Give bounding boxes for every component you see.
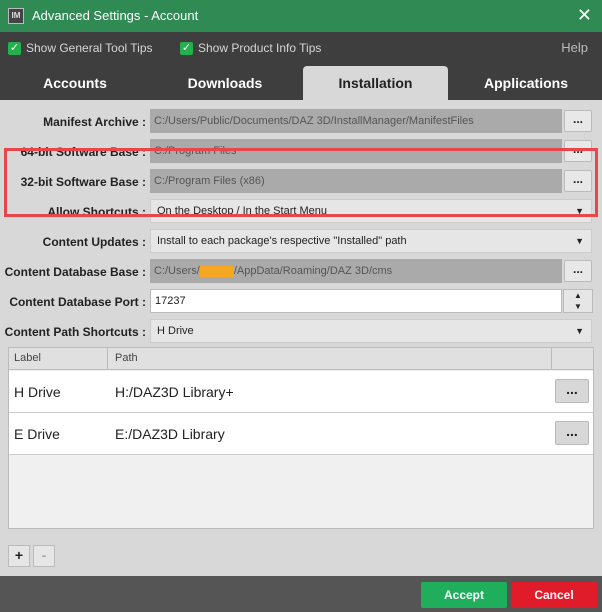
product-tips-checkbox[interactable]: ✓ Show Product Info Tips	[180, 41, 321, 55]
column-header-label[interactable]: Label	[14, 352, 41, 364]
checkmark-icon: ✓	[180, 41, 193, 55]
spin-up-icon[interactable]: ▲	[564, 290, 592, 301]
add-shortcut-button[interactable]: +	[8, 545, 30, 567]
remove-shortcut-button[interactable]: -	[33, 545, 55, 567]
cms-base-suffix: /AppData/Roaming/DAZ 3D/cms	[233, 265, 393, 277]
row-browse-button[interactable]: ...	[555, 379, 589, 403]
content-updates-select[interactable]: Install to each package's respective "In…	[150, 229, 592, 253]
path-shortcuts-select[interactable]: H Drive ▼	[150, 319, 592, 343]
accept-button[interactable]: Accept	[421, 582, 507, 608]
tab-applications[interactable]: Applications	[450, 66, 602, 100]
row-path: E:/DAZ3D Library	[115, 426, 225, 442]
window-title: Advanced Settings - Account	[32, 8, 199, 23]
column-header-path[interactable]: Path	[115, 352, 138, 364]
dropdown-arrow-icon: ▼	[575, 236, 584, 246]
cms-base-browse-button[interactable]: ...	[564, 260, 592, 282]
general-tooltips-checkbox[interactable]: ✓ Show General Tool Tips	[8, 41, 153, 55]
manifest-archive-row: Manifest Archive : C:/Users/Public/Docum…	[0, 109, 602, 135]
table-row[interactable]: E Drive E:/DAZ3D Library ...	[9, 413, 593, 455]
column-divider	[107, 348, 108, 370]
general-tooltips-label: Show General Tool Tips	[26, 41, 153, 55]
cancel-button[interactable]: Cancel	[511, 582, 597, 608]
path-shortcuts-value: H Drive	[157, 325, 194, 337]
content-updates-label: Content Updates :	[42, 235, 146, 249]
cms-port-label: Content Database Port :	[9, 295, 146, 309]
cms-port-input[interactable]: 17237	[150, 289, 562, 313]
content-updates-row: Content Updates : Install to each packag…	[0, 229, 602, 255]
title-bar: IM Advanced Settings - Account ✕	[0, 0, 602, 32]
manifest-archive-browse-button[interactable]: ...	[564, 110, 592, 132]
row-browse-button[interactable]: ...	[555, 421, 589, 445]
redaction-mark	[199, 265, 234, 277]
manifest-archive-label: Manifest Archive :	[43, 115, 146, 129]
column-divider	[551, 348, 552, 370]
app-icon: IM	[8, 8, 24, 24]
cms-base-label: Content Database Base :	[4, 265, 146, 279]
dropdown-arrow-icon: ▼	[575, 326, 584, 336]
tab-installation[interactable]: Installation	[303, 66, 448, 100]
manifest-archive-field: C:/Users/Public/Documents/DAZ 3D/Install…	[150, 109, 562, 133]
row-label: H Drive	[14, 384, 61, 400]
cms-port-row: Content Database Port : 17237 ▲ ▼	[0, 289, 602, 315]
cms-base-row: Content Database Base : C:/Users/ /AppDat…	[0, 259, 602, 285]
checkmark-icon: ✓	[8, 41, 21, 55]
content-updates-value: Install to each package's respective "In…	[157, 235, 407, 247]
path-shortcuts-table: Label Path H Drive H:/DAZ3D Library+ ...…	[8, 347, 594, 529]
cms-base-field: C:/Users/ /AppData/Roaming/DAZ 3D/cms	[150, 259, 562, 283]
path-shortcuts-label: Content Path Shortcuts :	[4, 325, 146, 339]
table-row[interactable]: H Drive H:/DAZ3D Library+ ...	[9, 371, 593, 413]
close-icon[interactable]: ✕	[577, 5, 592, 26]
cms-base-prefix: C:/Users/	[154, 265, 200, 277]
product-tips-label: Show Product Info Tips	[198, 41, 322, 55]
options-bar: ✓ Show General Tool Tips ✓ Show Product …	[0, 32, 602, 66]
tab-downloads[interactable]: Downloads	[150, 66, 300, 100]
tab-bar: Accounts Downloads Installation Applicat…	[0, 66, 602, 100]
help-link[interactable]: Help	[561, 40, 588, 55]
table-header: Label Path	[9, 348, 593, 370]
spin-down-icon[interactable]: ▼	[564, 301, 592, 312]
cms-port-spinner[interactable]: ▲ ▼	[563, 289, 593, 313]
highlight-box	[4, 148, 598, 217]
row-path: H:/DAZ3D Library+	[115, 384, 234, 400]
path-shortcuts-row: Content Path Shortcuts : H Drive ▼	[0, 319, 602, 345]
tab-accounts[interactable]: Accounts	[0, 66, 150, 100]
dialog-footer: Accept Cancel	[0, 576, 602, 612]
row-label: E Drive	[14, 426, 60, 442]
